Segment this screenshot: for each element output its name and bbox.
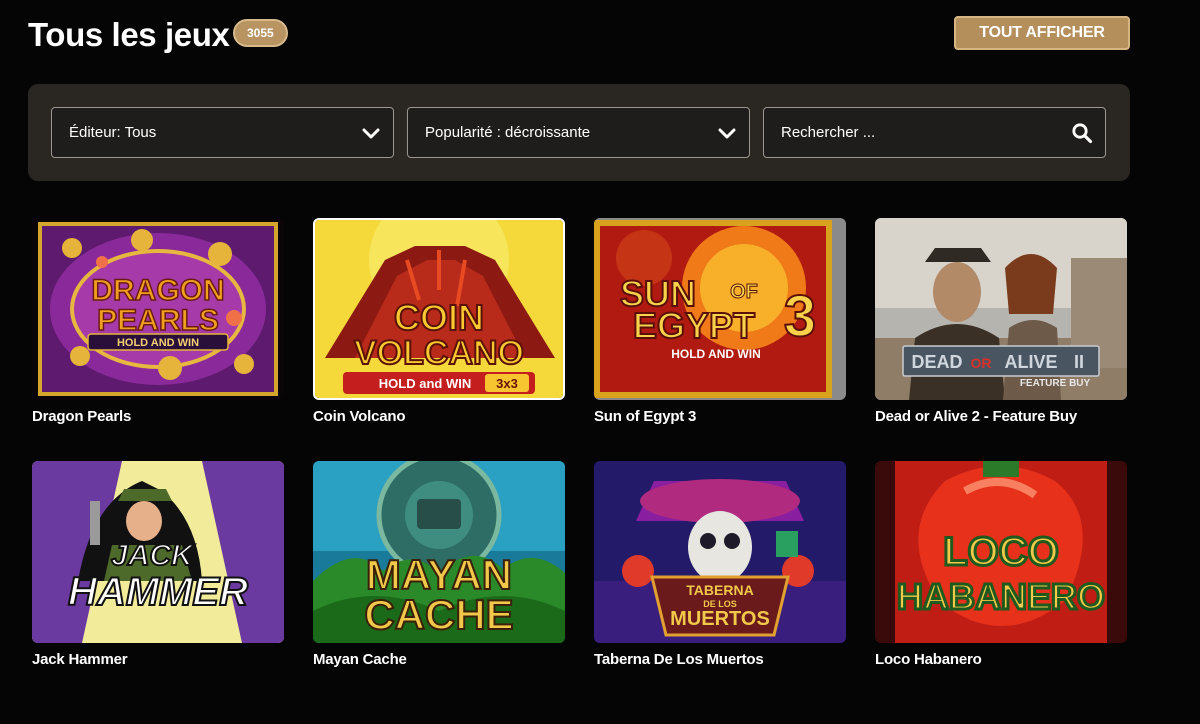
art-text: VOLCANO [354, 334, 524, 372]
game-thumbnail[interactable]: DRAGON PEARLS HOLD AND WIN [32, 218, 284, 400]
game-thumbnail[interactable]: LOCO HABANERO [875, 461, 1127, 643]
game-card-loco-habanero[interactable]: LOCO HABANERO Loco Habanero [875, 461, 1127, 668]
search-field[interactable] [763, 107, 1106, 158]
art-text: HOLD and WIN [379, 376, 471, 391]
art-text: COIN [394, 297, 484, 338]
art-text: DEAD [911, 352, 962, 372]
game-card-dead-or-alive-2[interactable]: DEAD OR ALIVE II FEATURE BUY Dead or Ali… [875, 218, 1127, 425]
art-text: OR [971, 355, 992, 371]
game-title[interactable]: Dead or Alive 2 - Feature Buy [875, 408, 1077, 425]
game-card-jack-hammer[interactable]: JACK HAMMER Jack Hammer [32, 461, 284, 668]
show-all-button[interactable]: TOUT AFFICHER [954, 16, 1130, 50]
art-text: 3 [784, 284, 816, 349]
art-text: PEARLS [97, 304, 219, 337]
popularity-select-label: Popularité : décroissante [425, 124, 591, 141]
art-text: EGYPT [633, 305, 755, 346]
chevron-down-icon [362, 128, 380, 139]
art-text: ALIVE [1004, 352, 1057, 372]
art-text: MUERTOS [670, 608, 770, 630]
editor-select[interactable]: Éditeur: Tous [51, 107, 394, 158]
header: Tous les jeux 3055 TOUT AFFICHER [28, 14, 1130, 54]
game-title[interactable]: Dragon Pearls [32, 408, 131, 425]
art-text: FEATURE BUY [1020, 378, 1091, 389]
game-thumbnail[interactable]: JACK HAMMER [32, 461, 284, 643]
game-count-badge: 3055 [233, 19, 288, 47]
art-text: JACK [111, 539, 195, 572]
game-title[interactable]: Jack Hammer [32, 651, 128, 668]
art-text: OF [730, 281, 758, 303]
game-card-taberna-de-los-muertos[interactable]: TABERNA DE LOS MUERTOS Taberna De Los Mu… [594, 461, 846, 668]
game-thumbnail[interactable]: MAYAN CACHE [313, 461, 565, 643]
art-text: HABANERO [897, 576, 1105, 617]
game-thumbnail[interactable]: TABERNA DE LOS MUERTOS [594, 461, 846, 643]
game-title[interactable]: Sun of Egypt 3 [594, 408, 696, 425]
search-input[interactable] [764, 108, 1105, 157]
art-text: 3x3 [496, 376, 518, 391]
art-text: HOLD AND WIN [117, 337, 199, 349]
art-text: TABERNA [686, 582, 753, 598]
popularity-select[interactable]: Popularité : décroissante [407, 107, 750, 158]
game-card-sun-of-egypt-3[interactable]: SUN OF EGYPT 3 HOLD AND WIN Sun of Egypt… [594, 218, 846, 425]
page-title: Tous les jeux [28, 16, 230, 53]
filter-panel: Éditeur: Tous Popularité : décroissante [28, 84, 1130, 181]
game-title[interactable]: Mayan Cache [313, 651, 407, 668]
art-text: HOLD AND WIN [671, 347, 761, 361]
art-text: HAMMER [68, 570, 248, 614]
art-text: II [1074, 352, 1084, 372]
chevron-down-icon [718, 128, 736, 139]
game-title[interactable]: Coin Volcano [313, 408, 406, 425]
game-thumbnail[interactable]: SUN OF EGYPT 3 HOLD AND WIN [594, 218, 846, 400]
game-card-coin-volcano[interactable]: COIN VOLCANO HOLD and WIN 3x3 Coin Volca… [313, 218, 565, 425]
art-text: LOCO [943, 530, 1059, 574]
game-thumbnail[interactable]: COIN VOLCANO HOLD and WIN 3x3 [313, 218, 565, 400]
editor-select-label: Éditeur: Tous [69, 124, 157, 141]
art-text: DRAGON [91, 274, 224, 307]
game-title[interactable]: Loco Habanero [875, 651, 982, 668]
game-card-dragon-pearls[interactable]: DRAGON PEARLS HOLD AND WIN Dragon Pearls [32, 218, 284, 425]
game-title[interactable]: Taberna De Los Muertos [594, 651, 764, 668]
game-card-mayan-cache[interactable]: MAYAN CACHE Mayan Cache [313, 461, 565, 668]
art-text: CACHE [364, 591, 513, 638]
search-icon[interactable] [1071, 122, 1093, 144]
game-thumbnail[interactable]: DEAD OR ALIVE II FEATURE BUY [875, 218, 1127, 400]
